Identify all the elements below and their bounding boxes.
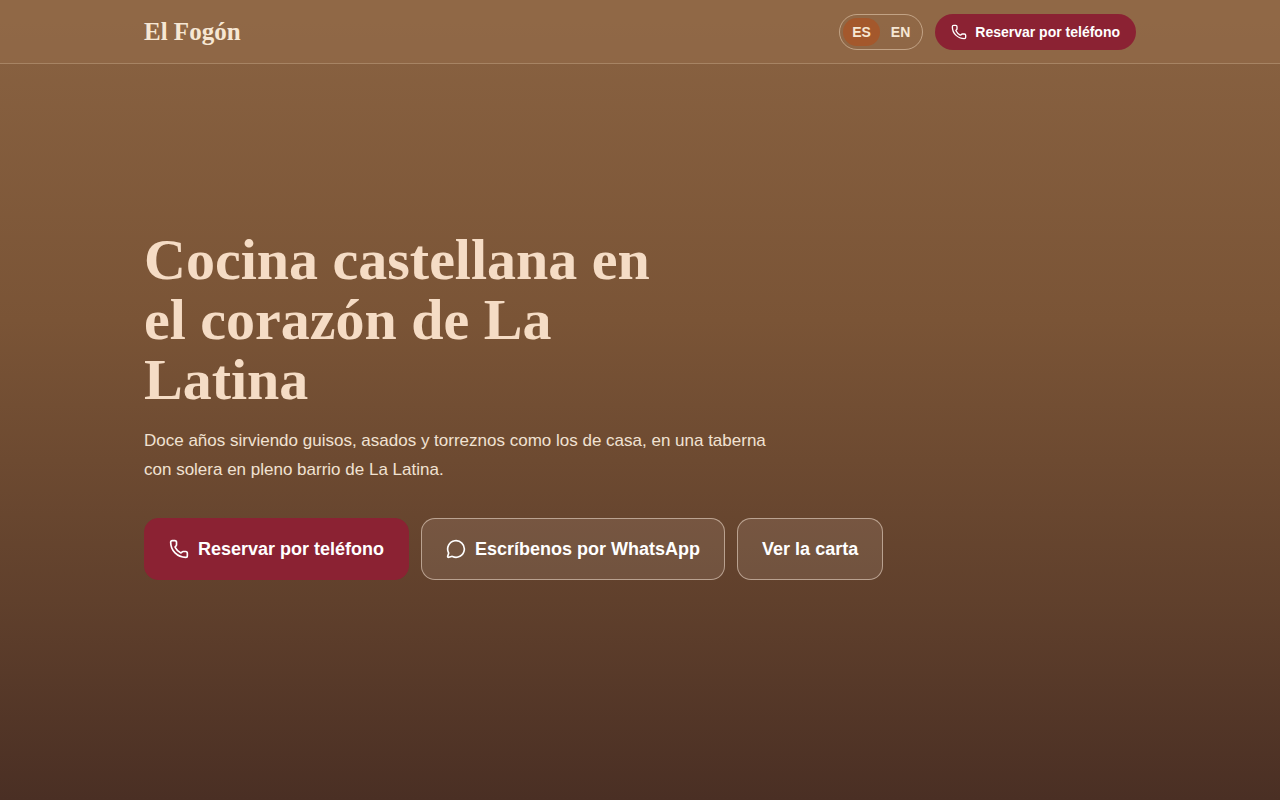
hero-button[interactable]: Ver la carta (737, 518, 883, 580)
header: El Fogón ESEN Reservar por teléfono (0, 0, 1280, 64)
hero-title: Cocina castellana en el corazón de La La… (144, 230, 704, 410)
chat-icon (446, 539, 466, 559)
hero-actions: Reservar por teléfonoEscríbenos por What… (144, 518, 1136, 580)
language-option[interactable]: ES (843, 18, 880, 46)
language-option[interactable]: EN (882, 18, 919, 46)
logo[interactable]: El Fogón (144, 18, 241, 46)
header-actions: ESEN Reservar por teléfono (839, 14, 1136, 50)
phone-icon (951, 24, 967, 40)
phone-icon (169, 539, 189, 559)
language-toggle: ESEN (839, 14, 923, 50)
hero-button[interactable]: Escríbenos por WhatsApp (421, 518, 725, 580)
hero-subtitle: Doce años sirviendo guisos, asados y tor… (144, 426, 784, 484)
page: El Fogón ESEN Reservar por teléfono Cocina … (0, 0, 1280, 800)
reserve-button[interactable]: Reservar por teléfono (935, 14, 1136, 50)
hero: Cocina castellana en el corazón de La La… (0, 64, 1280, 800)
hero-button[interactable]: Reservar por teléfono (144, 518, 409, 580)
